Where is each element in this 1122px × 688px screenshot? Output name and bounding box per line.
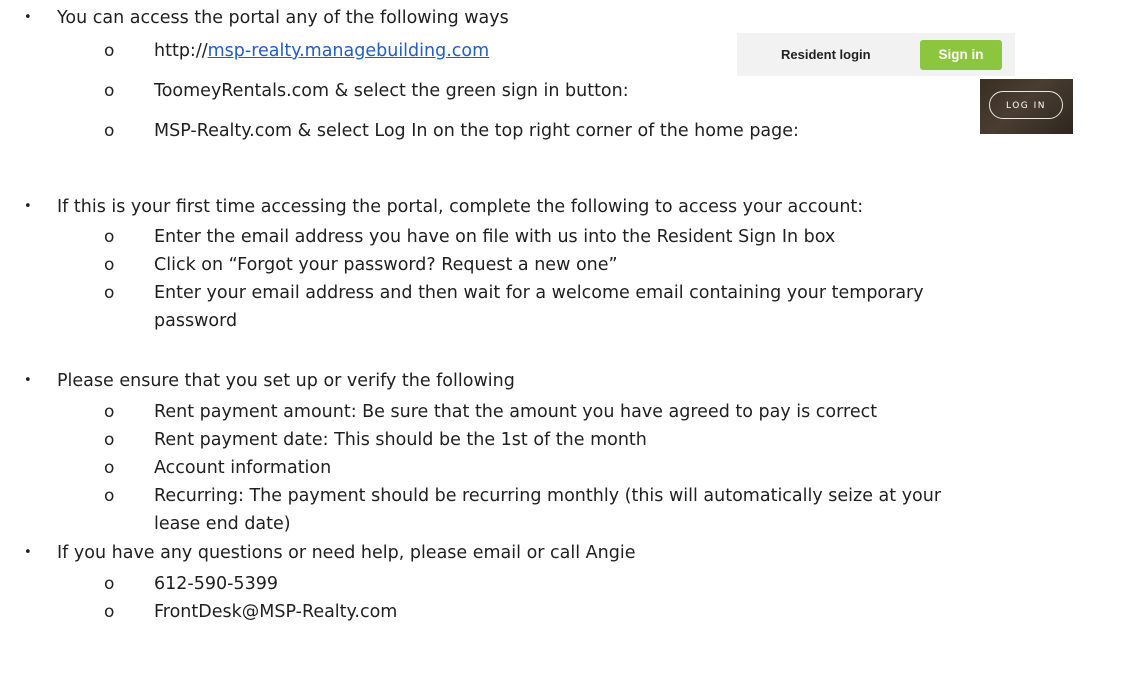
- sub-bullet-icon: o: [104, 486, 115, 506]
- log-in-button[interactable]: LOG IN: [989, 91, 1063, 119]
- bullet-icon: •: [24, 373, 32, 388]
- verify-heading: Please ensure that you set up or verify …: [57, 371, 515, 391]
- verify-item: Rent payment amount: Be sure that the am…: [154, 402, 878, 422]
- first-time-item: Click on “Forgot your password? Request …: [154, 255, 618, 275]
- first-time-item-continued: password: [154, 311, 238, 331]
- sub-bullet-icon: o: [104, 121, 115, 141]
- resident-login-label: Resident login: [781, 47, 871, 62]
- sub-bullet-icon: o: [104, 41, 115, 61]
- document-page: { "bullet_char": "•", "sub_bullet_char":…: [0, 0, 1122, 688]
- bullet-icon: •: [24, 199, 32, 214]
- sub-bullet-icon: o: [104, 227, 115, 247]
- first-time-heading: If this is your first time accessing the…: [57, 197, 864, 217]
- sub-bullet-icon: o: [104, 81, 115, 101]
- help-phone: 612-590-5399: [154, 574, 278, 594]
- log-in-image: LOG IN: [980, 79, 1073, 134]
- toomey-instruction: ToomeyRentals.com & select the green sig…: [154, 81, 629, 101]
- portal-url-link[interactable]: msp-realty.managebuilding.com: [208, 41, 490, 61]
- sub-bullet-icon: o: [104, 458, 115, 478]
- help-heading: If you have any questions or need help, …: [57, 543, 636, 563]
- help-email: FrontDesk@MSP-Realty.com: [154, 602, 398, 622]
- first-time-item: Enter the email address you have on file…: [154, 227, 836, 247]
- msp-instruction: MSP-Realty.com & select Log In on the to…: [154, 121, 799, 141]
- resident-login-image: Resident login Sign in: [737, 33, 1015, 76]
- sub-bullet-icon: o: [104, 602, 115, 622]
- verify-item: Recurring: The payment should be recurri…: [154, 486, 942, 506]
- sub-bullet-icon: o: [104, 574, 115, 594]
- verify-item: Account information: [154, 458, 332, 478]
- sub-bullet-icon: o: [104, 255, 115, 275]
- verify-item: Rent payment date: This should be the 1s…: [154, 430, 647, 450]
- portal-url-item: http://msp-realty.managebuilding.com: [154, 39, 489, 63]
- bullet-icon: •: [24, 545, 32, 560]
- first-time-item: Enter your email address and then wait f…: [154, 283, 924, 303]
- sub-bullet-icon: o: [104, 430, 115, 450]
- sub-bullet-icon: o: [104, 283, 115, 303]
- bullet-icon: •: [24, 10, 32, 25]
- access-heading: You can access the portal any of the fol…: [57, 8, 509, 28]
- verify-item-continued: lease end date): [154, 514, 291, 534]
- sign-in-button[interactable]: Sign in: [920, 40, 1002, 70]
- sub-bullet-icon: o: [104, 402, 115, 422]
- url-prefix: http://: [154, 41, 208, 61]
